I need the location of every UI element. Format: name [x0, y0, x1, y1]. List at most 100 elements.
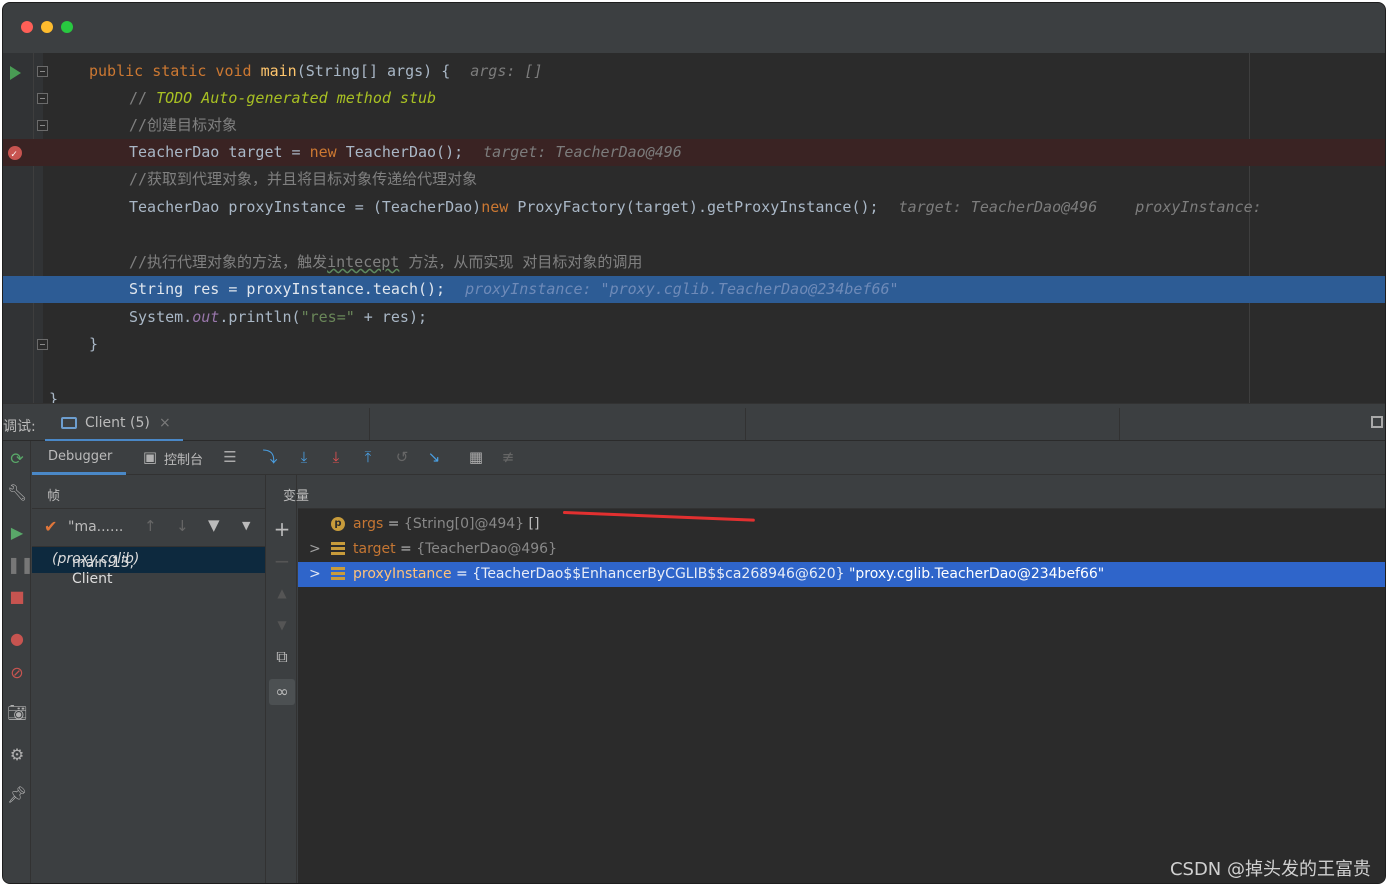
code-text: ProxyFactory(target).getProxyInstance(); — [508, 198, 879, 216]
close-tab-icon[interactable]: × — [159, 415, 171, 431]
code-line-11[interactable]: } — [3, 386, 1385, 403]
inline-debug-hint: proxyInstance: — [1135, 198, 1262, 216]
variables-side-toolbar: + − ▲ ▼ ⧉ ∞ — [267, 475, 297, 883]
arrow-up-icon[interactable]: ↑ — [144, 517, 157, 535]
inline-debug-hint: target: TeacherDao@496 — [898, 198, 1098, 216]
debugger-toolbar: Debugger ▣ 控制台 ☰ ⤵ ⤓ ⤓ ⤒ ↺ ↘ ▦ ≢ — [32, 441, 1385, 475]
title-bar — [3, 3, 1385, 53]
tab-debugger[interactable]: Debugger — [48, 449, 112, 464]
variables-panel: 变量 p args = {String[0]@494} [] > target … — [283, 475, 1385, 883]
comment: 方法，从而实现 对目标对象的调用 — [399, 253, 643, 271]
step-out-icon[interactable]: ⤒ — [358, 447, 378, 467]
code-editor[interactable]: public static void main(String[] args) {… — [3, 53, 1385, 403]
move-up-icon[interactable]: ▲ — [272, 583, 292, 603]
stack-frame-item[interactable]: main:13, Client (proxy.cglib) — [32, 547, 265, 587]
frames-header: 帧 — [32, 475, 265, 509]
rerun-icon[interactable]: ⟳ — [7, 449, 27, 469]
code-line-6[interactable]: TeacherDao proxyInstance = (TeacherDao)n… — [3, 194, 1385, 221]
variables-header: 变量 — [283, 475, 1385, 509]
show-execution-point-icon[interactable]: ⤵ — [260, 447, 280, 467]
field-icon — [331, 542, 345, 556]
code-line-7[interactable]: //执行代理对象的方法，触发intecept 方法，从而实现 对目标对象的调用 — [3, 249, 1385, 276]
console-tab-icon: ▣ — [142, 448, 158, 466]
step-into-icon[interactable]: ⤓ — [326, 447, 346, 467]
trace-icon[interactable]: ≢ — [498, 447, 518, 467]
thread-name: "ma...... — [68, 519, 124, 535]
code-line-4-breakpoint[interactable]: TeacherDao target = new TeacherDao(); tar… — [3, 139, 1385, 168]
code-line-9[interactable]: System.out.println("res=" + res); — [3, 304, 1385, 331]
frame-name: main:13, Client — [72, 555, 134, 587]
expand-chevron-icon[interactable]: > — [309, 562, 321, 587]
drop-frame-icon[interactable]: ↺ — [392, 447, 412, 467]
glasses-icon[interactable]: ∞ — [269, 679, 295, 705]
wrench-icon[interactable]: 🔧︎ — [7, 483, 27, 503]
fold-marker-icon[interactable] — [37, 66, 48, 77]
fold-marker-icon[interactable] — [37, 339, 48, 350]
copy-icon[interactable]: ⧉ — [272, 647, 292, 667]
frames-title: 帧 — [47, 489, 61, 504]
pin-icon[interactable]: 📌︎ — [7, 785, 27, 805]
fold-marker-icon[interactable] — [37, 120, 48, 131]
code-line-5[interactable]: //获取到代理对象，并且将目标对象传递给代理对象 — [3, 166, 1385, 193]
frames-panel: 帧 ✔ "ma...... ↑ ↓ ▼ ▼ main:13, Client (p… — [32, 475, 266, 883]
equals-sign: = — [400, 541, 412, 557]
variable-type: {String[0]@494} — [403, 516, 525, 532]
camera-icon[interactable]: 📷︎ — [7, 703, 27, 723]
divider — [1119, 408, 1120, 440]
settings-icon[interactable]: ⚙ — [7, 745, 27, 765]
close-window-button[interactable] — [21, 21, 33, 33]
divider — [369, 408, 370, 440]
debug-label: 调试: — [3, 419, 36, 435]
restore-layout-icon[interactable] — [1371, 416, 1383, 428]
equals-sign: = — [456, 566, 468, 582]
run-gutter-icon[interactable] — [10, 66, 21, 80]
zoom-window-button[interactable] — [61, 21, 73, 33]
fold-marker-icon[interactable] — [37, 93, 48, 104]
debug-session-tabs: 调试: Client (5) × — [3, 403, 1385, 442]
variable-row-target[interactable]: > target = {TeacherDao@496} — [298, 537, 1385, 562]
evaluate-expression-icon[interactable]: ▦ — [466, 447, 486, 467]
code-line-8-current[interactable]: String res = proxyInstance.teach(); proxy… — [3, 276, 1385, 303]
arrow-down-icon[interactable]: ↓ — [176, 517, 189, 535]
run-to-cursor-icon[interactable]: ↘ — [424, 447, 444, 467]
variable-name: target — [353, 541, 396, 557]
step-over-icon[interactable]: ⤓ — [294, 447, 314, 467]
current-line-gutter — [3, 276, 43, 303]
variable-row-args[interactable]: p args = {String[0]@494} [] — [298, 512, 1385, 537]
mute-breakpoints-icon[interactable]: ⊘ — [7, 663, 27, 683]
equals-sign: = — [387, 516, 400, 532]
code-line-2[interactable]: // TODO Auto-generated method stub — [3, 85, 1385, 112]
variable-name: proxyInstance — [353, 566, 452, 582]
remove-watch-icon[interactable]: − — [272, 551, 292, 571]
tab-client-session[interactable]: Client (5) × — [45, 404, 183, 442]
expand-chevron-icon[interactable]: > — [309, 537, 321, 562]
code-line-1[interactable]: public static void main(String[] args) {… — [3, 58, 1385, 85]
code-line-3[interactable]: //创建目标对象 — [3, 112, 1385, 139]
breakpoint-icon[interactable] — [8, 141, 22, 168]
comment-prefix: // — [129, 89, 157, 107]
inline-debug-hint: args: [] — [470, 62, 543, 80]
filter-icon[interactable]: ▼ — [208, 516, 220, 534]
chevron-down-icon[interactable]: ▼ — [242, 519, 250, 532]
pause-icon[interactable]: ❚❚ — [7, 555, 34, 575]
resume-icon[interactable]: ▶ — [7, 523, 27, 543]
variables-title: 变量 — [283, 489, 310, 504]
thread-selector[interactable]: ✔ "ma...... ↑ ↓ ▼ ▼ — [32, 509, 265, 547]
variable-row-proxyinstance[interactable]: > proxyInstance = {TeacherDao$$EnhancerB… — [298, 562, 1385, 587]
layout-menu-icon[interactable]: ☰ — [220, 447, 240, 467]
minimize-window-button[interactable] — [41, 21, 53, 33]
code-line-10[interactable]: } — [3, 331, 1385, 358]
variable-name: args — [353, 516, 384, 532]
ide-window: public static void main(String[] args) {… — [2, 2, 1386, 884]
variable-type: {TeacherDao@496} — [416, 541, 557, 557]
add-watch-icon[interactable]: + — [272, 519, 292, 539]
stop-icon[interactable]: ■ — [7, 587, 27, 607]
comment: //执行代理对象的方法，触发 — [129, 253, 328, 271]
move-down-icon[interactable]: ▼ — [272, 615, 292, 635]
view-breakpoints-icon[interactable]: ● — [7, 629, 27, 649]
code-text: .println( — [219, 308, 301, 326]
inline-debug-hint: proxyInstance: "proxy.cglib.TeacherDao@2… — [465, 280, 899, 298]
tab-console[interactable]: 控制台 — [164, 449, 203, 468]
field-icon — [331, 567, 345, 581]
todo-comment: TODO Auto-generated method stub — [156, 89, 437, 107]
